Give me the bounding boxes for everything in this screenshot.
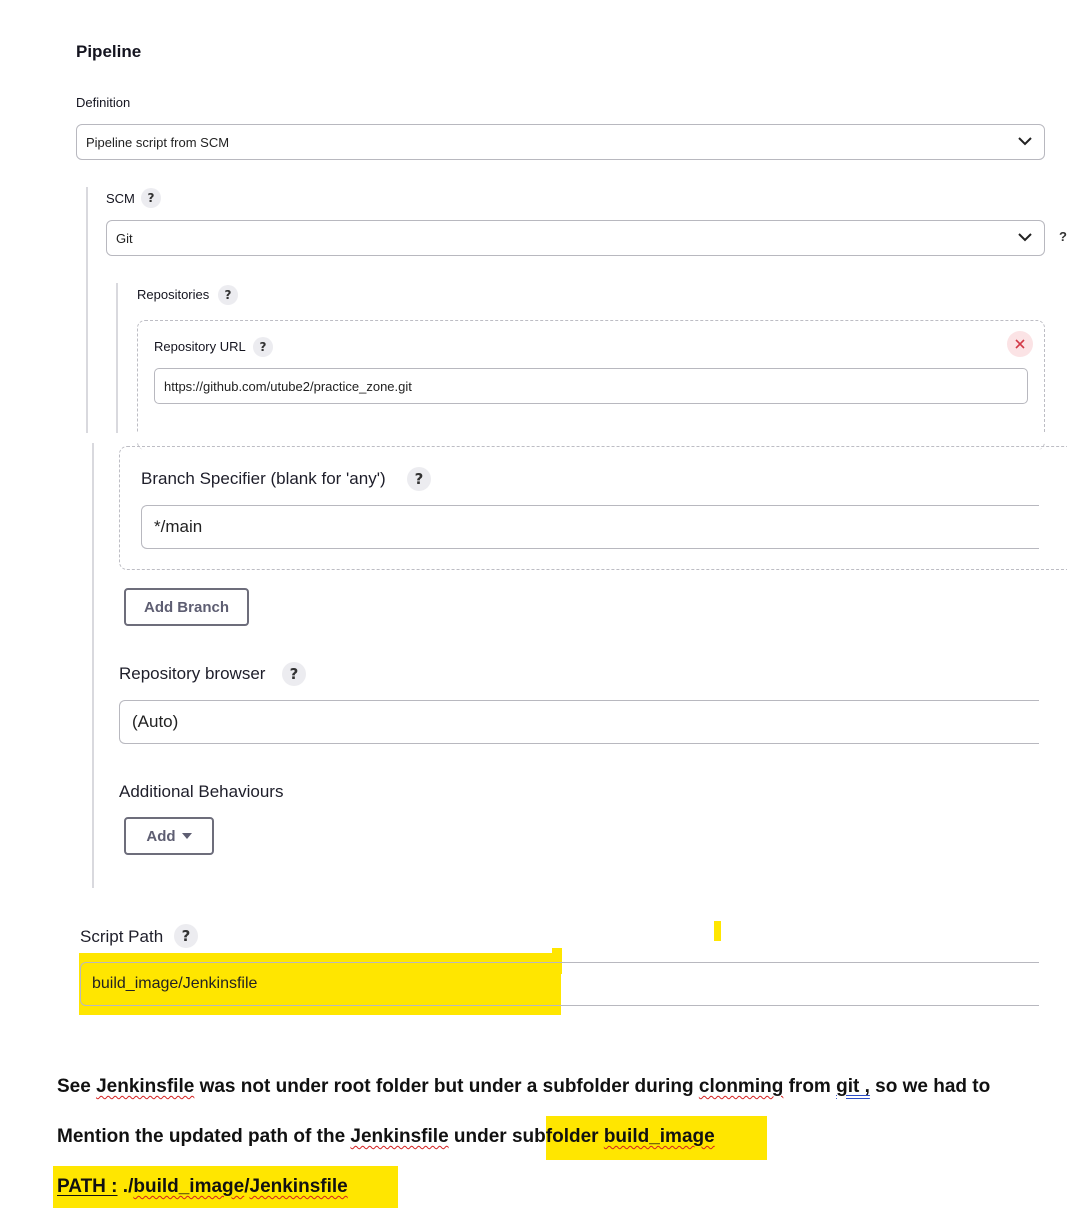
script-path-help-icon[interactable]: ? — [174, 924, 198, 948]
annotation-text: ./ — [117, 1176, 134, 1197]
branch-indent-line — [92, 443, 94, 888]
annotation-text: Jenkinsfile — [350, 1126, 449, 1147]
repository-url-label: Repository URL — [154, 339, 246, 354]
definition-label: Definition — [76, 95, 131, 110]
branch-help-icon[interactable]: ? — [407, 467, 431, 491]
screenshot-seam — [86, 433, 1067, 443]
definition-select[interactable]: Pipeline script from SCM — [76, 124, 1045, 160]
branch-label: Branch Specifier (blank for 'any') — [141, 469, 386, 488]
script-path-input[interactable]: build_image/Jenkinsfile — [80, 962, 1039, 1006]
chevron-down-icon — [1018, 137, 1032, 146]
repository-browser-label: Repository browser — [119, 664, 266, 683]
script-path-label: Script Path — [80, 927, 164, 946]
add-behaviour-label: Add — [146, 827, 176, 845]
annotation-line-1: See Jenkinsfile was not under root folde… — [57, 1076, 990, 1098]
annotation-text: Jenkinsfile — [249, 1176, 348, 1197]
repositories-indent-line — [116, 283, 118, 433]
highlight-mark — [714, 921, 721, 941]
caret-down-icon — [181, 833, 192, 839]
annotation-text: Mention the updated path of the — [57, 1126, 351, 1147]
repository-browser-help-icon[interactable]: ? — [282, 662, 306, 686]
repository-browser-select[interactable]: (Auto) — [119, 700, 1039, 744]
annotation-text: subfolder — [511, 1126, 604, 1147]
repository-url-help-icon[interactable]: ? — [253, 337, 273, 357]
branch-specifier-input[interactable]: */main — [141, 505, 1039, 549]
annotation-text: clonming — [698, 1076, 784, 1097]
annotation-text: PATH : — [57, 1176, 118, 1197]
add-branch-button[interactable]: Add Branch — [124, 588, 249, 626]
annotation-text: git , — [836, 1076, 870, 1097]
annotation-line-3: PATH : ./build_image/Jenkinsfile — [57, 1176, 348, 1198]
close-icon — [1015, 339, 1025, 349]
annotation-text: from — [783, 1076, 837, 1097]
annotation-line-2: Mention the updated path of the Jenkinsf… — [57, 1126, 715, 1148]
repository-url-input[interactable]: https://github.com/utube2/practice_zone.… — [154, 368, 1028, 404]
section-title: Pipeline — [76, 42, 142, 61]
scm-side-help-icon[interactable]: ? — [1059, 229, 1067, 244]
annotation-text: build_image — [603, 1126, 715, 1147]
scm-value: Git — [116, 230, 133, 246]
scm-indent-line — [86, 187, 88, 433]
annotation-text: Jenkinsfile — [96, 1076, 195, 1097]
add-behaviour-button[interactable]: Add — [124, 817, 214, 855]
repositories-label: Repositories — [137, 287, 210, 302]
definition-value: Pipeline script from SCM — [86, 134, 230, 150]
annotation-text: so we had to — [869, 1076, 991, 1097]
scm-help-icon[interactable]: ? — [141, 188, 161, 208]
annotation-text: See — [57, 1076, 97, 1097]
annotation-text: was not under root folder but under a su… — [194, 1076, 699, 1097]
annotation-text: build_image — [133, 1176, 245, 1197]
chevron-down-icon — [1018, 233, 1032, 242]
remove-repository-button[interactable] — [1007, 331, 1033, 357]
additional-behaviours-label: Additional Behaviours — [119, 782, 284, 801]
annotation-text: under — [448, 1126, 512, 1147]
repositories-help-icon[interactable]: ? — [218, 285, 238, 305]
scm-label: SCM — [106, 191, 135, 206]
scm-select[interactable]: Git — [106, 220, 1045, 256]
